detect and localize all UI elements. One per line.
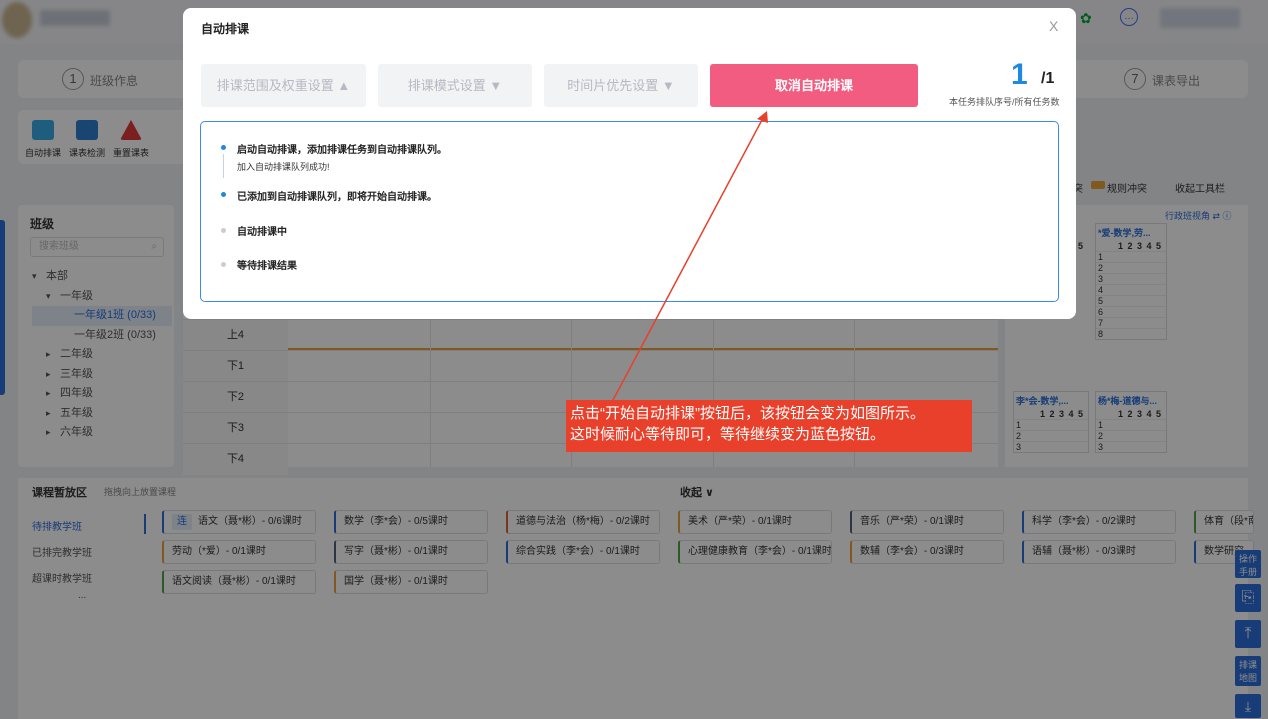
annotation-arrow (611, 111, 768, 403)
arrow-head (757, 111, 768, 123)
callout-line-2: 这时候耐心等待即可，等待继续变为蓝色按钮。 (570, 426, 886, 443)
annotation-callout: 点击“开始自动排课”按钮后，该按钮会变为如图所示。 这时候耐心等待即可，等待继续… (566, 400, 972, 452)
arrow-line (611, 117, 764, 403)
callout-line-1: 点击“开始自动排课”按钮后，该按钮会变为如图所示。 (570, 405, 925, 422)
